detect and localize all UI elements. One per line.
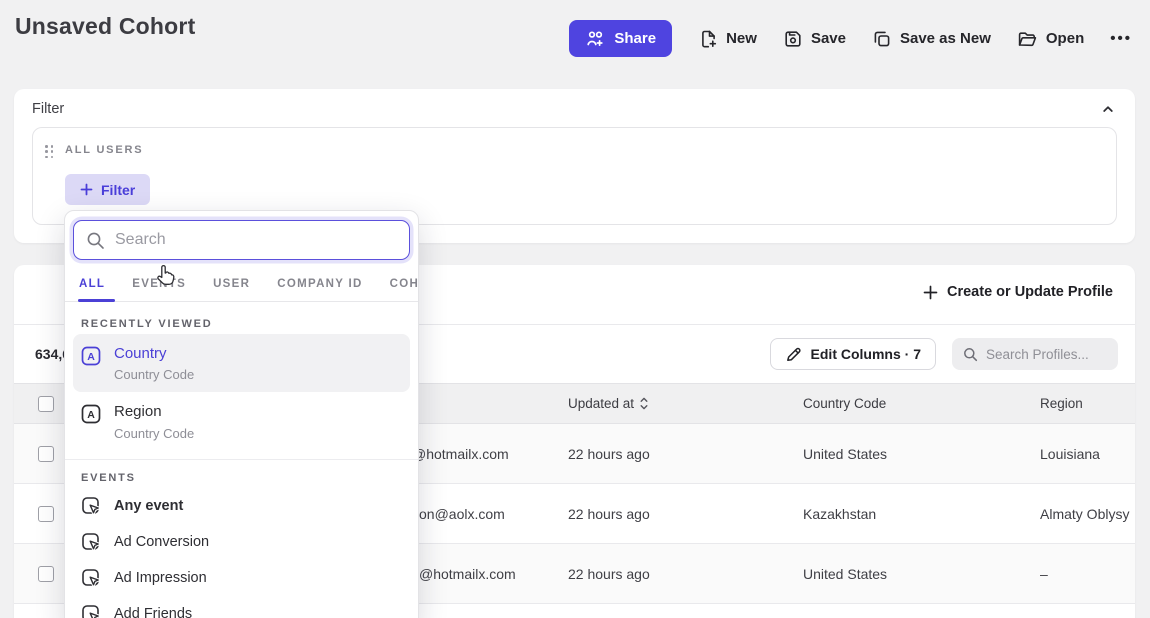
copy-icon [872,29,892,49]
region-column-header[interactable]: Region [1040,396,1135,411]
tab-user[interactable]: USER [213,278,250,290]
country-code-cell: United States [803,566,1040,582]
event-cursor-icon [81,532,101,552]
recently-viewed-header: RECENTLY VIEWED [81,318,418,330]
active-tab-underline [78,299,115,302]
item-title: Country [114,344,194,364]
share-button-label: Share [614,30,656,47]
list-item-country[interactable]: A Country Country Code [73,334,410,392]
sort-icon [640,397,648,410]
dropdown-search-input[interactable] [115,231,397,249]
open-button-label: Open [1046,30,1084,47]
country-code-cell: United States [803,446,1040,462]
page-header: Unsaved Cohort Share [0,0,1150,76]
add-filter-button[interactable]: Filter [65,174,150,205]
add-filter-button-label: Filter [101,182,135,198]
item-subtitle: Country Code [114,426,194,441]
pencil-icon [785,346,802,363]
open-button[interactable]: Open [1017,29,1084,49]
profiles-search-input[interactable] [986,347,1107,362]
save-as-new-button-label: Save as New [900,30,991,47]
row-checkbox[interactable] [38,446,54,462]
plus-icon [80,183,93,196]
save-floppy-icon [783,29,803,49]
folder-open-icon [1017,29,1038,49]
dropdown-search [73,220,410,260]
collapse-chevron-icon[interactable] [1101,102,1115,116]
plus-icon [923,285,938,300]
event-cursor-icon [81,568,101,588]
item-title: Any event [114,498,183,514]
updated-at-header-label: Updated at [568,396,634,411]
filter-property-dropdown: ALL EVENTS USER COMPANY ID COHORT RECENT… [64,210,419,618]
item-title: Add Friends [114,606,192,618]
item-title: Ad Conversion [114,534,209,550]
list-item-add-friends[interactable]: Add Friends [73,596,410,618]
save-button-label: Save [811,30,846,47]
country-code-cell: Kazakhstan [803,506,1040,522]
list-item-region[interactable]: A Region Country Code [73,392,410,450]
share-button[interactable]: Share [569,20,672,57]
divider [65,459,418,460]
more-options-button[interactable]: ••• [1110,30,1132,47]
item-title: Ad Impression [114,570,207,586]
save-button[interactable]: Save [783,29,846,49]
region-cell: Almaty Oblysy [1040,506,1135,522]
profiles-search [952,338,1118,370]
create-or-update-profile-label: Create or Update Profile [947,284,1113,300]
edit-columns-button[interactable]: Edit Columns · 7 [770,338,936,370]
updated-at-cell: 22 hours ago [568,506,803,522]
tab-events[interactable]: EVENTS [132,278,186,290]
list-item-any-event[interactable]: Any event [73,488,410,524]
list-item-ad-impression[interactable]: Ad Impression [73,560,410,596]
filter-panel-title: Filter [32,101,64,117]
drag-handle-icon[interactable] [45,145,54,159]
list-item-ad-conversion[interactable]: Ad Conversion [73,524,410,560]
letter-a-property-icon: A [81,404,101,424]
event-cursor-icon [81,604,101,618]
updated-at-column-header[interactable]: Updated at [568,396,803,411]
svg-text:A: A [87,409,95,421]
item-subtitle: Country Code [114,367,194,382]
save-as-new-button[interactable]: Save as New [872,29,991,49]
create-or-update-profile-button[interactable]: Create or Update Profile [923,284,1113,300]
dropdown-list: RECENTLY VIEWED A Country Country Code A [65,302,418,618]
select-all-checkbox[interactable] [38,396,54,412]
toolbar: Share New Save [569,20,1132,57]
page-title: Unsaved Cohort [15,13,195,40]
new-button-label: New [726,30,757,47]
search-icon [963,347,978,362]
letter-a-property-icon: A [81,346,101,366]
share-people-icon [585,30,605,48]
tab-cohort[interactable]: COHORT [390,278,419,290]
tab-company-id[interactable]: COMPANY ID [277,278,362,290]
row-checkbox[interactable] [38,506,54,522]
tab-all[interactable]: ALL [79,278,105,290]
all-users-label: ALL USERS [65,144,143,156]
region-cell: Louisiana [1040,446,1135,462]
updated-at-cell: 22 hours ago [568,446,803,462]
search-icon [86,231,105,250]
new-button[interactable]: New [698,29,757,49]
region-cell: – [1040,566,1135,582]
country-code-column-header[interactable]: Country Code [803,396,1040,411]
svg-text:A: A [87,351,95,363]
events-header: EVENTS [81,472,418,484]
event-cursor-icon [81,496,101,516]
new-document-icon [698,29,718,49]
edit-columns-label: Edit Columns · 7 [811,346,921,362]
updated-at-cell: 22 hours ago [568,566,803,582]
row-checkbox[interactable] [38,566,54,582]
item-title: Region [114,402,194,422]
dropdown-tabs: ALL EVENTS USER COMPANY ID COHORT [65,266,418,302]
